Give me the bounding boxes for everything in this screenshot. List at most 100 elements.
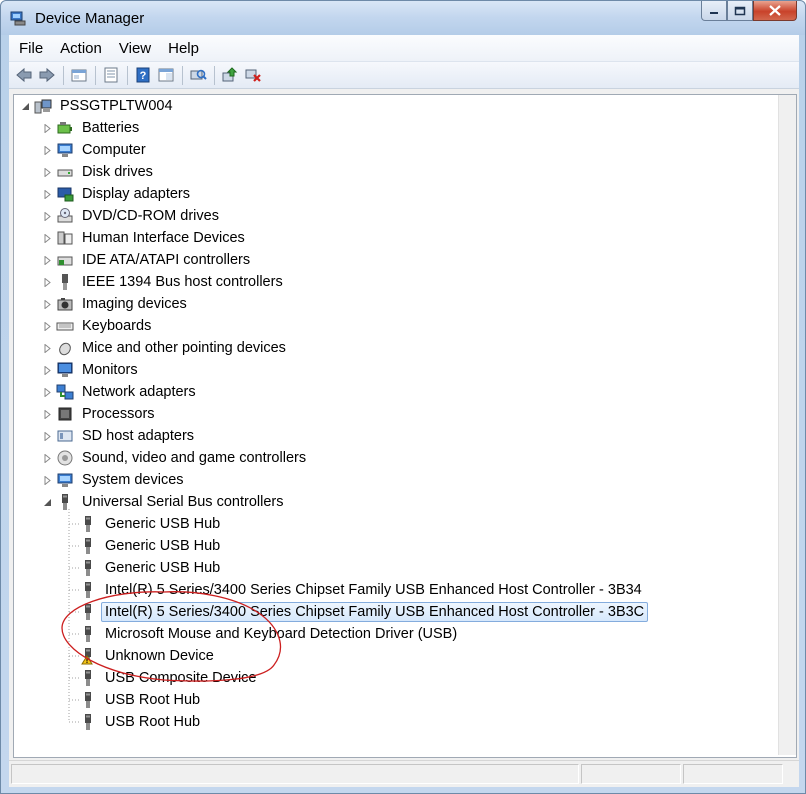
tree-category-label: Keyboards: [82, 318, 152, 334]
tree-category-label: DVD/CD-ROM drives: [82, 208, 219, 224]
usb-device-label: Generic USB Hub: [105, 516, 221, 532]
expand-arrow-icon[interactable]: [43, 410, 52, 419]
tree-category-system-devices[interactable]: System devices: [44, 469, 186, 491]
help-button[interactable]: ?: [132, 65, 153, 86]
toolbar: ?: [9, 62, 799, 89]
tree-category-sd-host-adapters[interactable]: SD host adapters: [44, 425, 196, 447]
system-device-icon: [56, 471, 74, 489]
up-button[interactable]: [68, 65, 89, 86]
tree-category-network-adapters[interactable]: Network adapters: [44, 381, 198, 403]
close-button[interactable]: [753, 1, 797, 21]
device-manager-app-icon: [10, 10, 26, 26]
properties-button[interactable]: [100, 65, 121, 86]
forward-icon: [39, 67, 55, 83]
usb-device-label: USB Root Hub: [105, 692, 201, 708]
show-hide-icon: [158, 68, 173, 82]
expand-arrow-icon[interactable]: [43, 300, 52, 309]
expand-arrow-icon[interactable]: [43, 146, 52, 155]
tree-category-keyboards[interactable]: Keyboards: [44, 315, 153, 337]
expand-arrow-icon[interactable]: [43, 366, 52, 375]
expand-arrow-icon[interactable]: [43, 124, 52, 133]
usb-icon: [79, 713, 97, 731]
back-button[interactable]: [13, 65, 34, 86]
tree-category-label: Human Interface Devices: [82, 230, 245, 246]
expand-arrow-icon[interactable]: [43, 168, 52, 177]
display-adapter-icon: [56, 185, 74, 203]
tree-category-imaging-devices[interactable]: Imaging devices: [44, 293, 189, 315]
maximize-button[interactable]: [727, 1, 753, 21]
usb-device-item[interactable]: Microsoft Mouse and Keyboard Detection D…: [79, 623, 459, 645]
tree-category-disk-drives[interactable]: Disk drives: [44, 161, 155, 183]
title-bar[interactable]: Device Manager: [1, 1, 805, 35]
tree-category-label: Universal Serial Bus controllers: [82, 494, 284, 510]
expand-arrow-icon[interactable]: [43, 388, 52, 397]
menu-action[interactable]: Action: [53, 40, 109, 57]
usb-device-item[interactable]: Intel(R) 5 Series/3400 Series Chipset Fa…: [79, 579, 644, 601]
menu-help[interactable]: Help: [161, 40, 206, 57]
collapse-arrow-icon: [22, 103, 29, 110]
usb-device-item[interactable]: Generic USB Hub: [79, 535, 222, 557]
usb-device-item[interactable]: Intel(R) 5 Series/3400 Series Chipset Fa…: [79, 601, 649, 623]
tree-category-label: Mice and other pointing devices: [82, 340, 286, 356]
device-tree[interactable]: PSSGTPLTW004 Batteries Computer Disk drive…: [13, 94, 797, 758]
usb-device-item[interactable]: Unknown Device: [79, 645, 216, 667]
computer-root-icon: [34, 97, 52, 115]
expand-arrow-icon[interactable]: [43, 256, 52, 265]
usb-device-label: Microsoft Mouse and Keyboard Detection D…: [105, 626, 458, 642]
help-icon: ?: [136, 67, 149, 83]
tree-category-ide-ata-atapi-controllers[interactable]: IDE ATA/ATAPI controllers: [44, 249, 252, 271]
tree-category-monitors[interactable]: Monitors: [44, 359, 140, 381]
menu-file[interactable]: File: [12, 40, 50, 57]
toolbar-separator: [95, 65, 96, 85]
usb-icon: [79, 691, 97, 709]
tree-category-label: Network adapters: [82, 384, 196, 400]
expand-arrow-icon[interactable]: [43, 322, 52, 331]
client-area: File Action View Help ? PSSGTPLTW004 Bat…: [9, 35, 799, 787]
expand-arrow-icon[interactable]: [43, 454, 52, 463]
usb-device-item[interactable]: USB Root Hub: [79, 689, 202, 711]
usb-device-label: Intel(R) 5 Series/3400 Series Chipset Fa…: [101, 602, 649, 622]
scan-hardware-button[interactable]: [187, 65, 208, 86]
tree-category-dvd-cd-rom-drives[interactable]: DVD/CD-ROM drives: [44, 205, 221, 227]
expand-arrow-icon[interactable]: [43, 190, 52, 199]
tree-category-human-interface-devices[interactable]: Human Interface Devices: [44, 227, 247, 249]
show-hide-button[interactable]: [155, 65, 176, 86]
tree-category-label: Sound, video and game controllers: [82, 450, 307, 466]
tree-category-display-adapters[interactable]: Display adapters: [44, 183, 192, 205]
usb-device-item[interactable]: Generic USB Hub: [79, 557, 222, 579]
usb-device-label: Generic USB Hub: [105, 538, 221, 554]
expand-arrow-icon[interactable]: [43, 234, 52, 243]
tree-category-label: Imaging devices: [82, 296, 187, 312]
tree-root-node[interactable]: PSSGTPLTW004: [22, 95, 175, 117]
tree-category-sound-video-and-game-controllers[interactable]: Sound, video and game controllers: [44, 447, 308, 469]
properties-icon: [104, 67, 117, 83]
disk-drive-icon: [56, 163, 74, 181]
tree-category-ieee-1394-bus-host-controllers[interactable]: IEEE 1394 Bus host controllers: [44, 271, 285, 293]
svg-text:?: ?: [139, 70, 146, 82]
minimize-icon: [710, 11, 718, 14]
network-icon: [56, 383, 74, 401]
tree-category-batteries[interactable]: Batteries: [44, 117, 141, 139]
expand-arrow-icon[interactable]: [43, 278, 52, 287]
menu-view[interactable]: View: [112, 40, 158, 57]
expand-arrow-icon[interactable]: [43, 344, 52, 353]
expand-arrow-icon[interactable]: [43, 212, 52, 221]
forward-button[interactable]: [36, 65, 57, 86]
usb-device-item[interactable]: USB Root Hub: [79, 711, 202, 733]
mouse-icon: [56, 339, 74, 357]
minimize-button[interactable]: [701, 1, 727, 21]
tree-category-universal-serial-bus-controllers[interactable]: Universal Serial Bus controllers: [44, 491, 285, 513]
vertical-scrollbar[interactable]: [778, 95, 796, 755]
toolbar-separator: [182, 65, 183, 85]
tree-category-computer[interactable]: Computer: [44, 139, 148, 161]
tree-category-mice-and-other-pointing-devices[interactable]: Mice and other pointing devices: [44, 337, 288, 359]
usb-device-item[interactable]: USB Composite Device: [79, 667, 259, 689]
expand-arrow-icon[interactable]: [43, 432, 52, 441]
update-driver-button[interactable]: [219, 65, 240, 86]
expand-arrow-icon[interactable]: [43, 476, 52, 485]
tree-category-processors[interactable]: Processors: [44, 403, 157, 425]
usb-device-item[interactable]: Generic USB Hub: [79, 513, 222, 535]
uninstall-button[interactable]: [242, 65, 263, 86]
usb-warning-icon: [79, 647, 97, 665]
camera-icon: [56, 295, 74, 313]
